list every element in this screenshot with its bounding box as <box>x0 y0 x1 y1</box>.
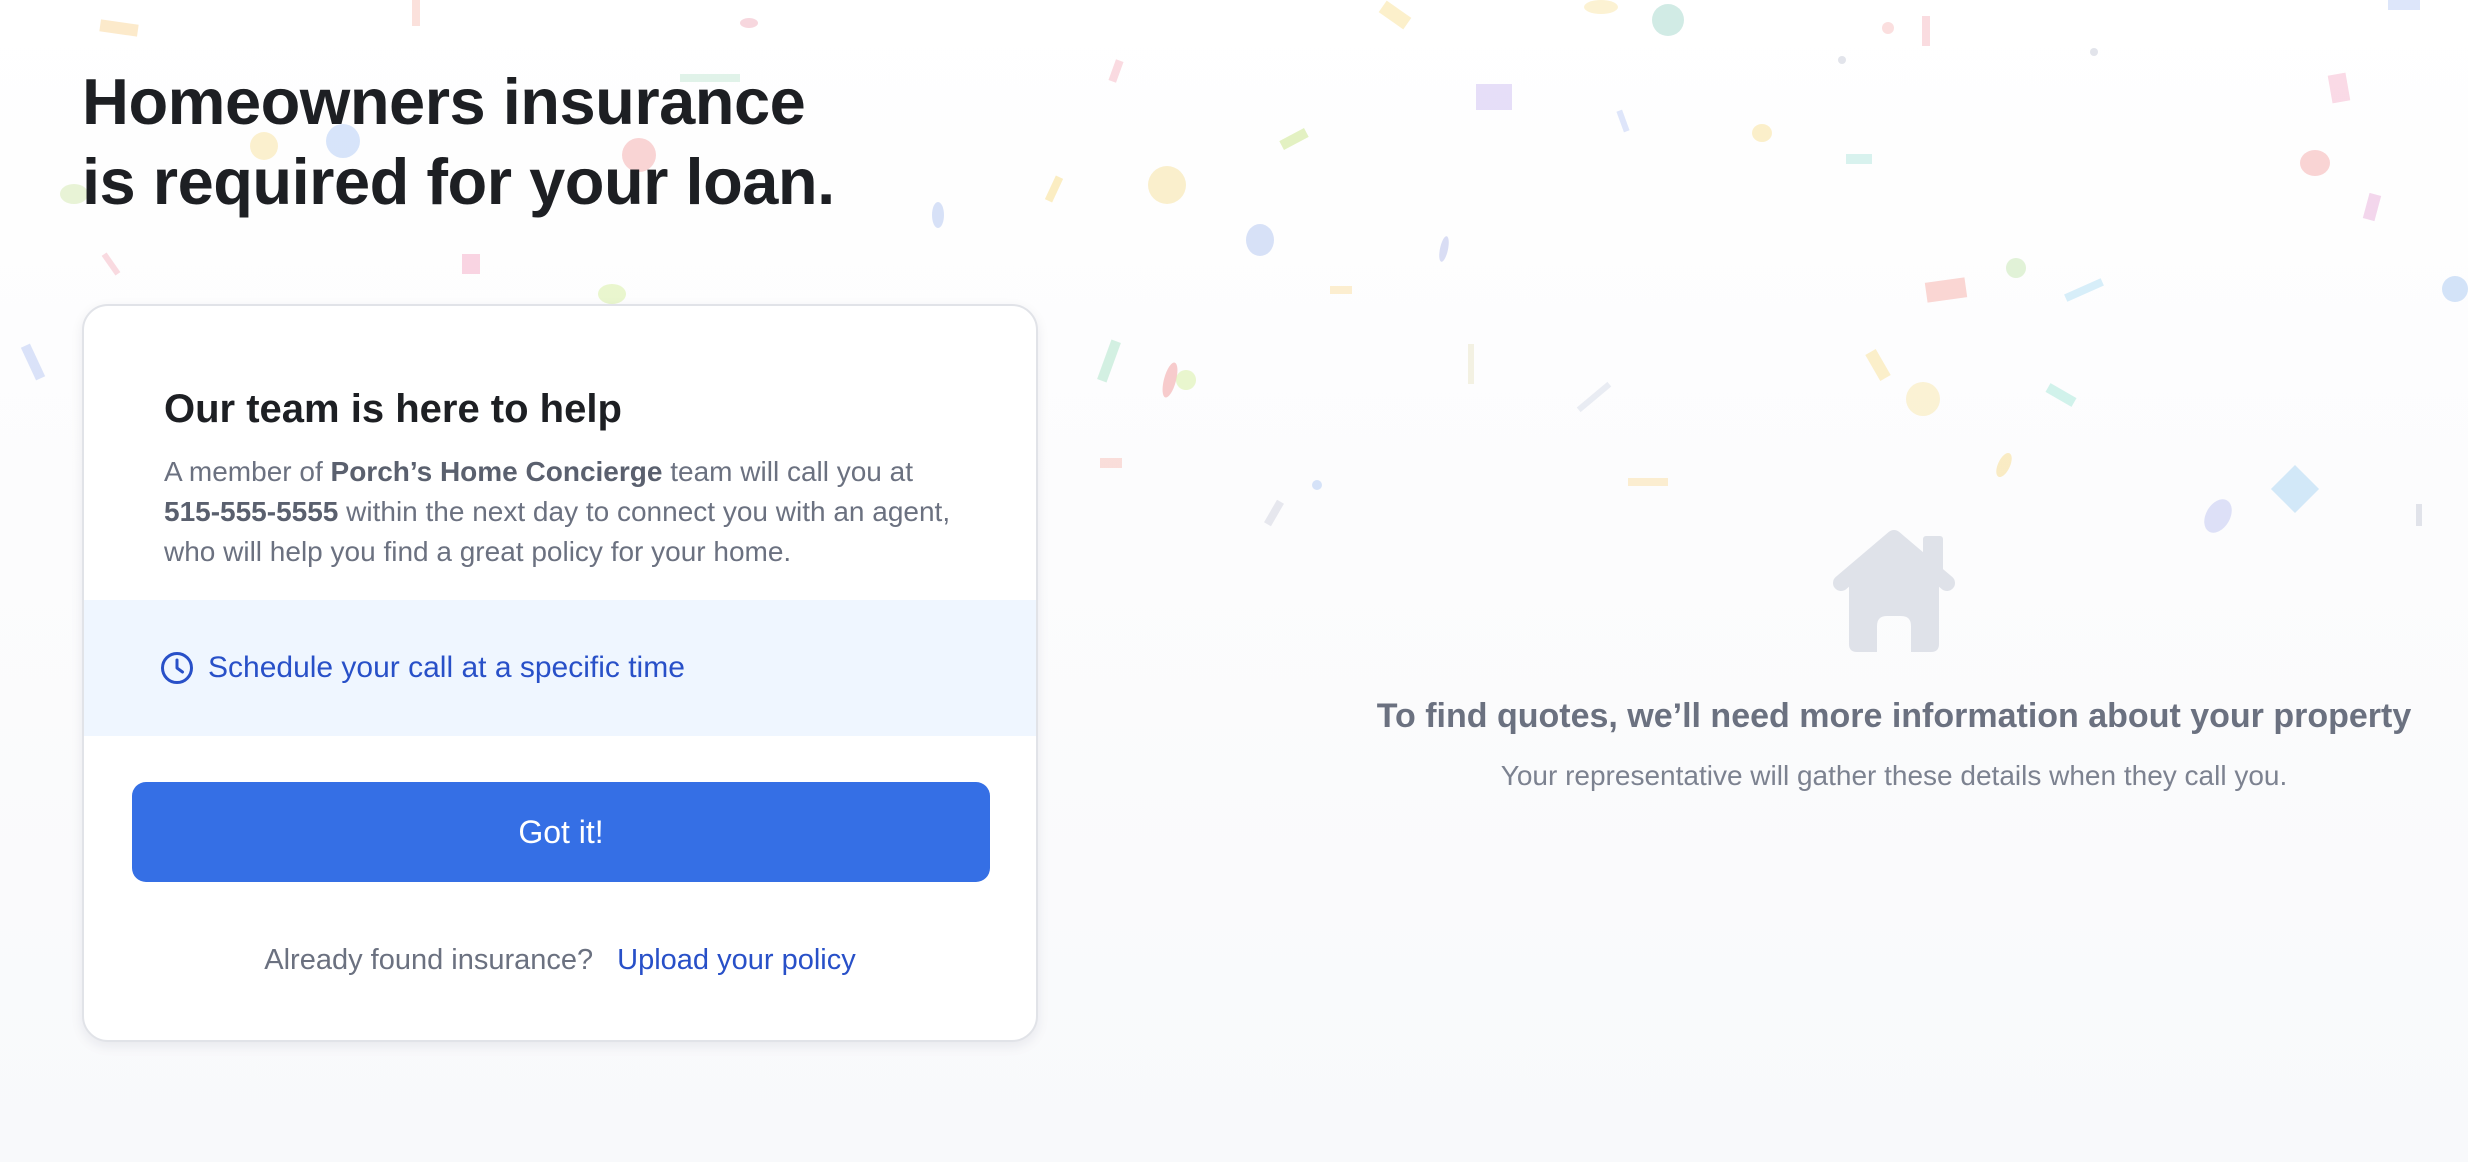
empty-state-subtitle: Your representative will gather these de… <box>1500 760 2288 791</box>
schedule-call-label: Schedule your call at a specific time <box>208 651 685 684</box>
concierge-card: Our team is here to help A member of Por… <box>82 304 1038 1042</box>
got-it-button[interactable]: Got it! <box>132 782 990 882</box>
card-body-text: A member of Porch’s Home Concierge team … <box>164 452 964 572</box>
body-prefix: A member of <box>164 456 331 487</box>
already-found-text: Already found insurance? <box>264 944 594 976</box>
page-title: Homeowners insurance is required for you… <box>82 62 835 222</box>
schedule-call-link[interactable]: Schedule your call at a specific time <box>160 646 685 690</box>
schedule-band: Schedule your call at a specific time <box>84 600 1036 736</box>
upload-policy-row: Already found insurance? Upload your poli… <box>84 940 1036 980</box>
phone-number: 515-555-5555 <box>164 496 339 527</box>
card-title: Our team is here to help <box>164 387 622 431</box>
body-middle: team will call you at <box>662 456 914 487</box>
page-title-line-2: is required for your loan. <box>82 145 835 218</box>
house-icon <box>1833 530 1955 652</box>
empty-state-title: To find quotes, we’ll need more informat… <box>1376 697 2412 735</box>
clock-icon <box>161 652 193 684</box>
upload-policy-link[interactable]: Upload your policy <box>617 944 856 976</box>
quotes-empty-state: To find quotes, we’ll need more informat… <box>1350 528 2438 794</box>
company-name: Porch’s Home Concierge <box>330 456 663 487</box>
page-title-line-1: Homeowners insurance <box>82 65 806 138</box>
